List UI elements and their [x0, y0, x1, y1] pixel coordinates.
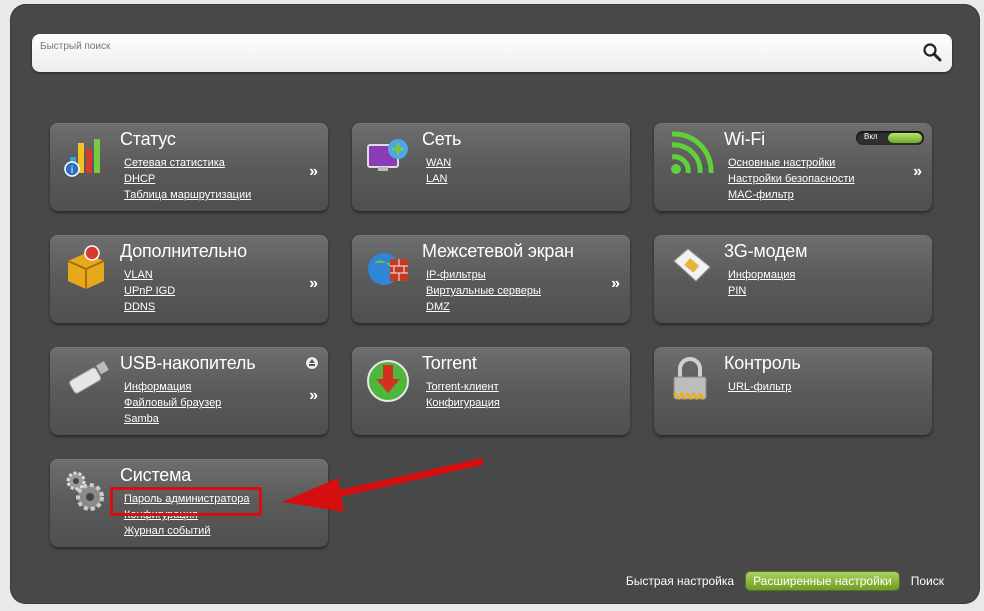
link-upnp-igd[interactable]: UPnP IGD: [124, 283, 175, 299]
footer-nav: Быстрая настройка Расширенные настройки …: [614, 572, 944, 590]
tile-firewall: Межсетевой экран IP-фильтры Виртуальные …: [352, 235, 630, 323]
link-url-filter[interactable]: URL-фильтр: [728, 379, 791, 395]
tile-usb-storage: USB-накопитель Информация Файловый брауз…: [50, 347, 328, 435]
quick-search-input[interactable]: [38, 37, 902, 55]
link-wan[interactable]: WAN: [426, 155, 451, 171]
link-ddns[interactable]: DDNS: [124, 299, 175, 315]
toggle-knob: [888, 133, 922, 143]
firewall-globe-icon: [368, 253, 408, 285]
more-chevron-icon[interactable]: »: [611, 275, 620, 293]
box-package-icon: [67, 245, 105, 289]
tile-title: Система: [120, 465, 192, 485]
torrent-download-icon: [367, 360, 409, 402]
tile-title: Wi-Fi: [724, 129, 765, 149]
router-panel: i Статус Сетевая статистика DHCP Таблица…: [10, 4, 980, 604]
tile-title: Межсетевой экран: [422, 241, 574, 261]
highlight-box: [110, 487, 262, 516]
link-virtual-servers[interactable]: Виртуальные серверы: [426, 283, 541, 299]
tile-title: USB-накопитель: [120, 353, 256, 373]
quick-setup-link[interactable]: Быстрая настройка: [626, 574, 734, 588]
link-pin[interactable]: PIN: [728, 283, 795, 299]
tile-title: Контроль: [724, 353, 801, 373]
more-chevron-icon[interactable]: »: [309, 275, 318, 293]
link-lan[interactable]: LAN: [426, 171, 451, 187]
search-icon[interactable]: [922, 42, 942, 62]
tile-title: Дополнительно: [120, 241, 247, 261]
tile-advanced: Дополнительно VLAN UPnP IGD DDNS »: [50, 235, 328, 323]
footer-search-link[interactable]: Поиск: [911, 574, 944, 588]
more-chevron-icon[interactable]: »: [309, 387, 318, 405]
tile-wifi: Wi-Fi Вкл Основные настройки Настройки б…: [654, 123, 932, 211]
tile-title: Torrent: [422, 353, 477, 373]
link-ip-filters[interactable]: IP-фильтры: [426, 267, 541, 283]
link-torrent-client[interactable]: Torrent-клиент: [426, 379, 500, 395]
link-routing-table[interactable]: Таблица маршрутизации: [124, 187, 251, 203]
tile-network: Сеть WAN LAN: [352, 123, 630, 211]
tile-title: Сеть: [422, 129, 462, 149]
toggle-label: Вкл: [864, 132, 878, 141]
sim-card-icon: [673, 248, 711, 282]
link-torrent-config[interactable]: Конфигурация: [426, 395, 500, 411]
link-samba[interactable]: Samba: [124, 411, 221, 427]
link-vlan[interactable]: VLAN: [124, 267, 175, 283]
eject-icon[interactable]: [306, 357, 318, 369]
tile-torrent: Torrent Torrent-клиент Конфигурация: [352, 347, 630, 435]
link-event-log[interactable]: Журнал событий: [124, 523, 250, 539]
more-chevron-icon[interactable]: »: [309, 163, 318, 181]
link-dmz[interactable]: DMZ: [426, 299, 541, 315]
tile-status: i Статус Сетевая статистика DHCP Таблица…: [50, 123, 328, 211]
wifi-toggle[interactable]: Вкл: [856, 131, 924, 145]
tile-title: 3G-модем: [724, 241, 808, 261]
more-chevron-icon[interactable]: »: [913, 163, 922, 181]
link-network-statistics[interactable]: Сетевая статистика: [124, 155, 251, 171]
padlock-icon: [672, 357, 707, 401]
link-file-browser[interactable]: Файловый браузер: [124, 395, 221, 411]
svg-text:i: i: [71, 165, 74, 176]
status-chart-icon: i: [64, 139, 100, 177]
network-monitor-icon: [367, 139, 408, 171]
gears-icon: [66, 471, 104, 511]
advanced-settings-button[interactable]: Расширенные настройки: [746, 572, 899, 590]
tile-3g-modem: 3G-модем Информация PIN: [654, 235, 932, 323]
link-usb-info[interactable]: Информация: [124, 379, 221, 395]
link-security-settings[interactable]: Настройки безопасности: [728, 171, 855, 187]
tile-control: Контроль URL-фильтр: [654, 347, 932, 435]
wifi-signal-icon: [671, 131, 714, 174]
red-arrow-icon: [282, 458, 484, 512]
link-dhcp[interactable]: DHCP: [124, 171, 251, 187]
usb-stick-icon: [69, 361, 109, 394]
tile-title: Статус: [120, 129, 176, 149]
quick-search-bar: [32, 34, 952, 72]
link-modem-info[interactable]: Информация: [728, 267, 795, 283]
link-basic-settings[interactable]: Основные настройки: [728, 155, 855, 171]
link-mac-filter[interactable]: MAC-фильтр: [728, 187, 855, 203]
